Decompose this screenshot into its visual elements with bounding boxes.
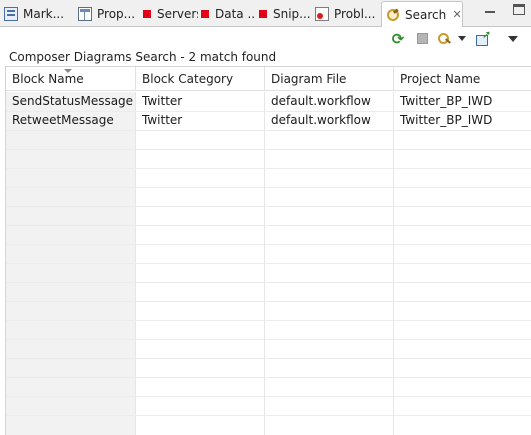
tab-label: Mark... [23,7,65,21]
column-header-block-name[interactable]: Block Name [6,67,136,91]
tab-label: Snip... [273,7,311,21]
column-header-label: Block Name [12,72,84,86]
cell-block-category: Twitter [142,113,183,127]
results-table: Block Name Block Category Diagram File P… [5,66,531,435]
search-summary: Composer Diagrams Search - 2 match found [9,50,277,64]
grid-line [6,377,531,378]
grid-line [6,149,531,150]
grid-line [6,187,531,188]
column-header-diagram-file[interactable]: Diagram File [265,67,394,91]
search-icon [383,5,402,24]
servers-icon [143,10,151,18]
tab-servers[interactable]: Servers [140,2,198,26]
tab-label: Search [405,7,447,22]
properties-icon [78,7,92,21]
view-menu-icon[interactable] [504,30,522,47]
tab-problems[interactable]: Probl... [315,2,377,26]
grid-line [6,244,531,245]
data-source-icon [201,10,209,18]
cell-project-name: Twitter_BP_IWD [400,113,493,127]
view-toolbar [0,27,531,49]
refresh-icon[interactable] [389,30,407,47]
grid-line [6,415,531,416]
grid-line [6,396,531,397]
grid-line [6,206,531,207]
column-header-label: Block Category [142,72,234,86]
cell-diagram-file: default.workflow [271,94,371,108]
cell-diagram-file: default.workflow [271,113,371,127]
table-row[interactable]: SendStatusMessage Twitter default.workfl… [6,92,531,111]
minimize-button[interactable] [482,5,498,19]
snippets-icon [259,10,267,18]
search-history-icon[interactable] [436,30,454,47]
sort-indicator-icon [64,69,72,73]
tab-label: Servers [157,7,198,21]
tab-label: Prop... [97,7,136,21]
grid-line [6,225,531,226]
cell-block-category: Twitter [142,94,183,108]
grid-line [6,320,531,321]
grid-line [6,339,531,340]
tab-label: Probl... [334,7,376,21]
table-row[interactable]: RetweetMessage Twitter default.workflow … [6,111,531,130]
grid-line [6,282,531,283]
cell-project-name: Twitter_BP_IWD [400,94,493,108]
column-header-project-name[interactable]: Project Name [394,67,531,91]
column-header-label: Project Name [400,72,481,86]
maximize-button[interactable] [513,4,525,15]
column-header-label: Diagram File [271,72,347,86]
grid-line [6,301,531,302]
table-header: Block Name Block Category Diagram File P… [6,67,531,91]
view-tab-bar: Mark... Prop... Servers Data ... Snip...… [0,0,531,27]
chevron-down-icon[interactable] [456,30,468,47]
tab-properties[interactable]: Prop... [78,2,136,26]
cell-block-name: RetweetMessage [12,113,114,127]
close-icon[interactable]: ✕ [452,8,462,21]
grid-line [6,263,531,264]
problems-icon [315,7,329,21]
tab-markers[interactable]: Mark... [4,2,70,26]
grid-line [6,168,531,169]
markers-icon [4,7,18,21]
pin-view-icon[interactable] [474,28,492,47]
tab-data-source[interactable]: Data ... [198,2,256,26]
tab-search[interactable]: Search ✕ [381,1,463,27]
tab-snippets[interactable]: Snip... [256,2,314,26]
stop-icon[interactable] [413,30,431,47]
tab-label: Data ... [215,7,256,21]
grid-line [6,130,531,131]
column-header-block-category[interactable]: Block Category [136,67,265,91]
cell-block-name: SendStatusMessage [12,94,134,108]
grid-line [6,358,531,359]
